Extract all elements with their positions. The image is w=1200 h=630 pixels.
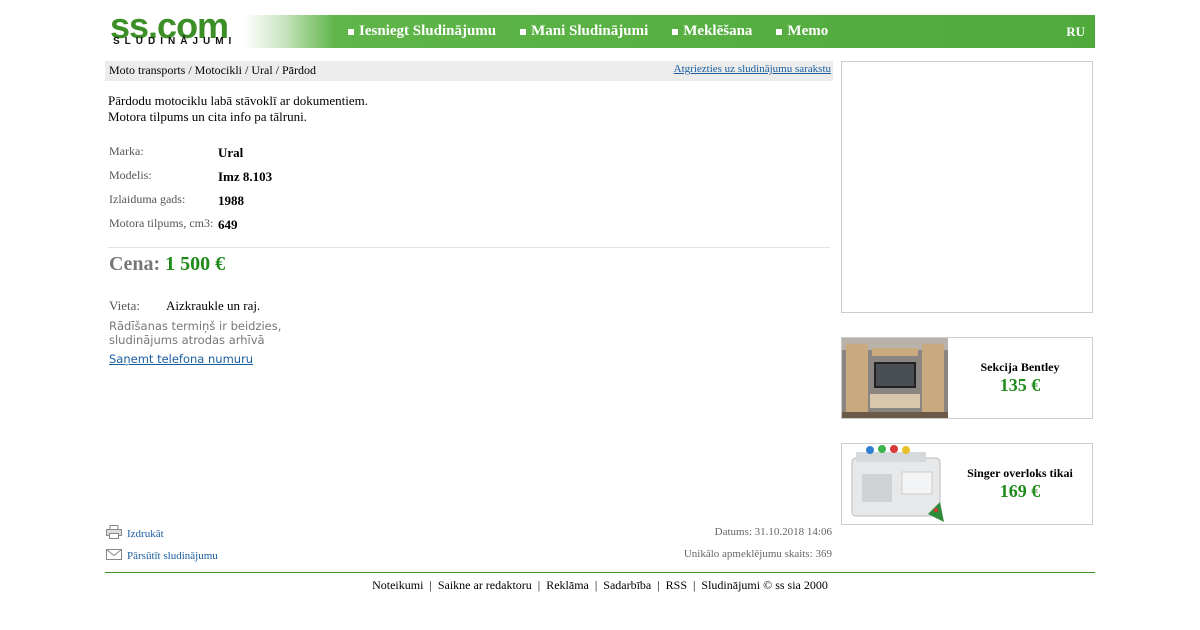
footer-link-rules[interactable]: Noteikumi (372, 578, 423, 592)
option-label: Izlaiduma gads: (109, 192, 186, 206)
print-link[interactable]: Izdrukāt (127, 528, 164, 540)
site-footer: Noteikumi | Saikne ar redaktoru | Reklāma | Sa… (105, 578, 1095, 593)
price-value: 1 500 € (165, 253, 226, 275)
option-row-year: Izlaiduma gads: 1988 (109, 192, 509, 216)
sewing-machine-image (842, 444, 948, 524)
price-label: Cena: (109, 253, 161, 275)
footer-link-contact[interactable]: Saikne ar redaktoru (438, 578, 532, 592)
nav-memo[interactable]: Memo (776, 23, 828, 40)
option-row-make: Marka: Ural (109, 144, 509, 168)
forward-link[interactable]: Pārsūtīt sludinājumu (127, 550, 218, 562)
footer-separator: | (429, 578, 432, 592)
square-bullet-icon (348, 28, 354, 35)
promo-price: 135 € (999, 375, 1041, 395)
nav-label: Mani Sludinājumi (531, 23, 649, 39)
back-to-list-link[interactable]: Atgriezties uz sludinājumu sarakstu (674, 63, 831, 75)
nav-search[interactable]: Meklēšana (672, 23, 752, 40)
site-logo[interactable]: ss.com SLUDINĀJUMI (105, 8, 245, 51)
footer-separator: | (657, 578, 660, 592)
get-phone-link[interactable]: Saņemt telefona numuru (109, 352, 253, 366)
view-count: Unikālo apmeklējumu skaits: 369 (683, 548, 832, 560)
square-bullet-icon (520, 28, 527, 35)
promo-card[interactable]: Singer overloks tikai 169 € (841, 443, 1093, 525)
promo-title: Singer overloks tikai (967, 466, 1073, 480)
ad-description: Pārdodu motociklu labā stāvoklī ar dokum… (108, 93, 368, 125)
square-bullet-icon (672, 28, 679, 35)
location-label: Vieta: (109, 298, 140, 313)
option-label: Modelis: (109, 168, 152, 182)
footer-link-ads[interactable]: Reklāma (546, 578, 589, 592)
nav-label: Iesniegt Sludinājumu (359, 23, 497, 39)
location: Vieta: Aizkraukle un raj. (109, 298, 409, 314)
language-switch[interactable]: RU (1066, 15, 1085, 48)
site-header: ss.com SLUDINĀJUMI Iesniegt Sludinājumu … (105, 8, 1095, 51)
nav-submit-ad[interactable]: Iesniegt Sludinājumu (348, 23, 496, 40)
footer-separator: | (537, 578, 541, 592)
printer-icon (106, 525, 122, 539)
ad-options-table: Marka: Ural Modelis: Imz 8.103 Izlaiduma… (109, 144, 509, 240)
ad-date: Datums: 31.10.2018 14:06 (714, 526, 832, 538)
footer-divider (105, 572, 1095, 573)
nav-my-ads[interactable]: Mani Sludinājumi (520, 23, 648, 40)
banner-ad-slot[interactable] (841, 61, 1093, 313)
nav-label: Memo (787, 23, 829, 39)
main-nav: Iesniegt Sludinājumu Mani Sludinājumi Me… (348, 15, 852, 48)
expired-notice: Rādīšanas termiņš ir beidzies, sludināju… (109, 319, 281, 347)
option-row-engine: Motora tilpums, cm3: 649 (109, 216, 509, 240)
price: Cena: 1 500 € (109, 253, 225, 276)
option-value: Imz 8.103 (218, 169, 273, 184)
option-value: Ural (218, 145, 244, 160)
square-bullet-icon (776, 28, 783, 35)
option-label: Motora tilpums, cm3: (109, 216, 214, 230)
nav-label: Meklēšana (683, 23, 753, 39)
expired-line: Rādīšanas termiņš ir beidzies, (109, 319, 282, 333)
footer-separator: | (693, 578, 696, 592)
footer-link-cooperation[interactable]: Sadarbība (603, 578, 651, 592)
breadcrumb: Moto transports / Motocikli / Ural / Pār… (105, 61, 833, 81)
breadcrumb-path[interactable]: Moto transports / Motocikli / Ural / Pār… (109, 63, 316, 78)
logo-subtitle: SLUDINĀJUMI (113, 36, 237, 47)
footer-copyright[interactable]: Sludinājumi © ss sia 2000 (701, 578, 827, 592)
footer-separator: | (594, 578, 598, 592)
description-line: Pārdodu motociklu labā stāvoklī ar dokum… (108, 93, 368, 108)
divider (108, 247, 830, 248)
footer-link-rss[interactable]: RSS (666, 578, 687, 592)
furniture-image (842, 338, 948, 418)
option-row-model: Modelis: Imz 8.103 (109, 168, 509, 192)
location-value: Aizkraukle un raj. (166, 298, 261, 313)
description-line: Motora tilpums un cita info pa tālruni. (108, 109, 307, 124)
envelope-icon (106, 549, 122, 560)
expired-line: sludinājums atrodas arhīvā (109, 333, 265, 347)
promo-title: Sekcija Bentley (980, 360, 1060, 374)
option-value: 649 (218, 217, 238, 232)
promo-card[interactable]: Sekcija Bentley 135 € (841, 337, 1093, 419)
promo-price: 169 € (999, 481, 1041, 501)
option-label: Marka: (109, 144, 144, 158)
option-value: 1988 (218, 193, 244, 208)
